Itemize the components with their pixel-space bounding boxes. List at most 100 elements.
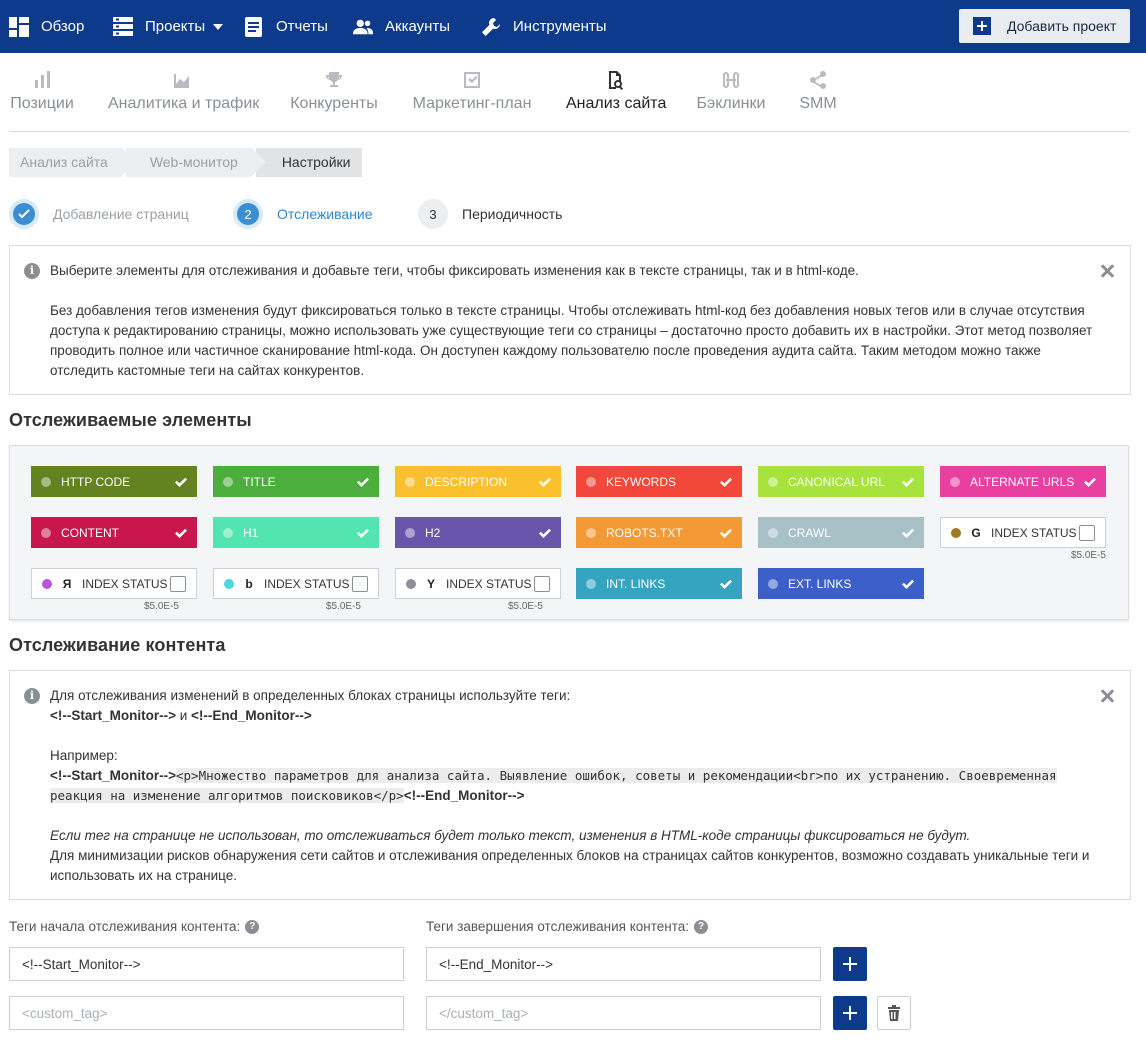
projects-icon xyxy=(113,16,133,36)
element-chip-label: ROBOTS.TXT xyxy=(606,525,683,540)
step-periodicity-label: Периодичность xyxy=(462,206,563,222)
step-tracking[interactable]: 2 Отслеживание xyxy=(233,198,373,230)
help-icon[interactable]: ? xyxy=(694,919,709,934)
nav-accounts[interactable]: Аккаунты xyxy=(353,0,450,53)
tab-smm-label: SMM xyxy=(799,95,837,112)
end-tags-label-text: Теги завершения отслеживания контента: xyxy=(426,919,690,934)
color-dot xyxy=(405,476,415,487)
start-tag-input[interactable] xyxy=(9,947,404,981)
element-chip-label: INDEX STATUS xyxy=(264,576,350,591)
tab-smm[interactable]: SMM xyxy=(798,70,838,120)
tab-positions[interactable]: Позиции xyxy=(9,70,75,120)
color-dot xyxy=(223,476,233,487)
nav-overview[interactable]: Обзор xyxy=(9,0,84,53)
color-dot xyxy=(768,527,778,538)
element-chip[interactable]: TITLE xyxy=(213,466,379,497)
element-chip[interactable]: CONTENT xyxy=(31,517,197,548)
backlinks-icon xyxy=(723,72,739,88)
tab-site-audit[interactable]: Анализ сайта xyxy=(566,70,666,120)
element-chip[interactable]: b INDEX STATUS xyxy=(213,568,379,599)
nav-reports[interactable]: Отчеты xyxy=(244,0,328,53)
delete-tag-button[interactable] xyxy=(877,996,911,1030)
checkbox[interactable] xyxy=(170,575,186,592)
check-icon xyxy=(173,525,189,541)
search-engine-icon: Y xyxy=(426,576,435,591)
custom-start-tag-input[interactable] xyxy=(9,996,404,1030)
search-engine-icon: b xyxy=(245,576,253,591)
element-chip[interactable]: ALTERNATE URLS xyxy=(940,466,1106,497)
close-icon[interactable] xyxy=(1100,264,1114,278)
nav-projects[interactable]: Проекты xyxy=(113,0,224,53)
color-dot xyxy=(224,578,234,589)
checkbox[interactable] xyxy=(1079,524,1095,541)
info-box-content: i Для отслеживания изменений в определен… xyxy=(9,670,1131,900)
info-paragraph: Без добавления тегов изменения будут фик… xyxy=(50,303,1093,378)
element-chip[interactable]: HTTP CODE xyxy=(31,466,197,497)
element-chip[interactable]: CRAWL xyxy=(758,517,924,548)
element-chip[interactable]: INT. LINKS xyxy=(576,568,742,599)
color-dot xyxy=(41,476,51,487)
top-navbar: Обзор Проекты Отчеты Аккаунты Инструмент… xyxy=(0,0,1146,53)
element-chip-label: INDEX STATUS xyxy=(446,576,532,591)
add-project-button[interactable]: Добавить проект xyxy=(959,9,1130,43)
nav-tools[interactable]: Инструменты xyxy=(481,0,607,53)
step-periodicity[interactable]: 3 Периодичность xyxy=(418,198,562,230)
step-number: 2 xyxy=(237,203,259,225)
color-dot xyxy=(42,578,52,589)
breadcrumb-site-audit[interactable]: Анализ сайта xyxy=(9,148,136,177)
tab-positions-label: Позиции xyxy=(10,95,74,112)
element-chip[interactable]: KEYWORDS xyxy=(576,466,742,497)
element-chip[interactable]: CANONICAL URL xyxy=(758,466,924,497)
search-engine-icon: Я xyxy=(62,576,72,591)
tab-competitors-label: Конкуренты xyxy=(290,95,378,112)
trophy-icon xyxy=(326,72,342,87)
check-icon xyxy=(1082,474,1098,490)
color-dot xyxy=(406,578,416,589)
price-label: $5.0E-5 xyxy=(325,601,361,612)
step-add-pages-label: Добавление страниц xyxy=(53,206,189,222)
element-chip[interactable]: Я INDEX STATUS xyxy=(31,568,197,599)
checkbox[interactable] xyxy=(352,575,368,592)
element-chip[interactable]: DESCRIPTION xyxy=(395,466,561,497)
info-icon: i xyxy=(24,688,40,704)
color-dot xyxy=(768,578,778,589)
tab-analytics[interactable]: Аналитика и трафик xyxy=(108,70,259,120)
add-tag-button[interactable] xyxy=(833,947,867,981)
color-dot xyxy=(586,476,596,487)
element-chip[interactable]: EXT. LINKS xyxy=(758,568,924,599)
custom-end-tag-input[interactable] xyxy=(426,996,821,1030)
element-chip[interactable]: H2 xyxy=(395,517,561,548)
chevron-down-icon xyxy=(213,23,224,30)
step-add-pages[interactable]: Добавление страниц xyxy=(9,198,189,230)
element-chip-label: CANONICAL URL xyxy=(788,474,885,489)
breadcrumb-web-monitor[interactable]: Web-монитор xyxy=(125,148,266,177)
element-chip[interactable]: ROBOTS.TXT xyxy=(576,517,742,548)
element-chip[interactable]: G INDEX STATUS xyxy=(940,517,1106,548)
element-chip-label: DESCRIPTION xyxy=(425,474,508,489)
step-done-circle xyxy=(9,199,39,229)
content-info-last: Для минимизации рисков обнаружения сети … xyxy=(50,848,1090,883)
example-code: <!--Start_Monitor--><p>Множество парамет… xyxy=(50,766,1094,806)
element-chip-label: TITLE xyxy=(243,474,276,489)
tab-backlinks[interactable]: Бэклинки xyxy=(696,70,766,120)
info-text: Выберите элементы для отслеживания и доб… xyxy=(50,261,1094,381)
element-chip-label: CRAWL xyxy=(788,525,831,540)
tab-competitors[interactable]: Конкуренты xyxy=(290,70,378,120)
reports-icon xyxy=(245,16,262,37)
element-chip-label: INDEX STATUS xyxy=(82,576,168,591)
tab-marketing-plan[interactable]: Маркетинг-план xyxy=(411,70,533,120)
check-icon xyxy=(900,576,916,592)
element-chip[interactable]: Y INDEX STATUS xyxy=(395,568,561,599)
element-chip[interactable]: H1 xyxy=(213,517,379,548)
example-end-tag: <!--End_Monitor--> xyxy=(403,788,525,803)
element-chip-label: HTTP CODE xyxy=(61,474,131,489)
close-icon[interactable] xyxy=(1100,689,1114,703)
and-text: и xyxy=(176,708,192,723)
color-dot xyxy=(951,527,961,538)
end-tag-input[interactable] xyxy=(426,947,821,981)
help-icon[interactable]: ? xyxy=(245,919,260,934)
add-custom-tag-button[interactable] xyxy=(833,996,867,1030)
checkbox[interactable] xyxy=(534,575,550,592)
price-label: $5.0E-5 xyxy=(1070,550,1106,561)
bar-chart-icon xyxy=(35,71,50,88)
